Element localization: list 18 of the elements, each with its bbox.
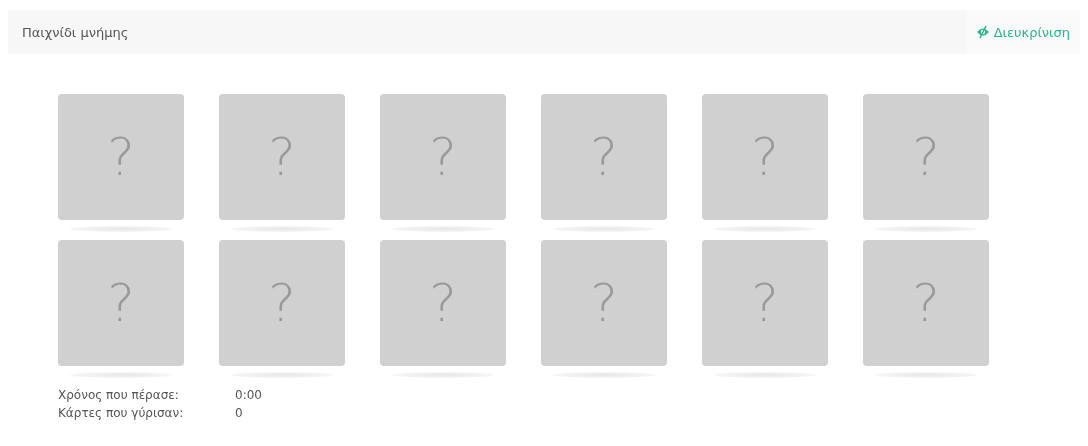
eye-slash-icon bbox=[975, 25, 990, 39]
stat-value: 0:00 bbox=[235, 388, 263, 402]
memory-card[interactable]: ? bbox=[219, 240, 345, 366]
memory-card[interactable]: ? bbox=[863, 240, 989, 366]
memory-card[interactable]: ? bbox=[58, 240, 184, 366]
memory-card[interactable]: ? bbox=[380, 240, 506, 366]
memory-card[interactable]: ? bbox=[541, 94, 667, 220]
memory-card[interactable]: ? bbox=[219, 94, 345, 220]
memory-card[interactable]: ? bbox=[702, 94, 828, 220]
stat-label: Κάρτες που γύρισαν: bbox=[58, 406, 185, 420]
memory-card[interactable]: ? bbox=[702, 240, 828, 366]
stat-value: 0 bbox=[235, 406, 244, 420]
stat-label: Χρόνος που πέρασε: bbox=[58, 388, 180, 402]
memory-card[interactable]: ? bbox=[863, 94, 989, 220]
memory-card[interactable]: ? bbox=[541, 240, 667, 366]
memory-card[interactable]: ? bbox=[380, 94, 506, 220]
memory-card[interactable]: ? bbox=[58, 94, 184, 220]
page-title: Παιχνίδι μνήμης bbox=[22, 24, 129, 40]
